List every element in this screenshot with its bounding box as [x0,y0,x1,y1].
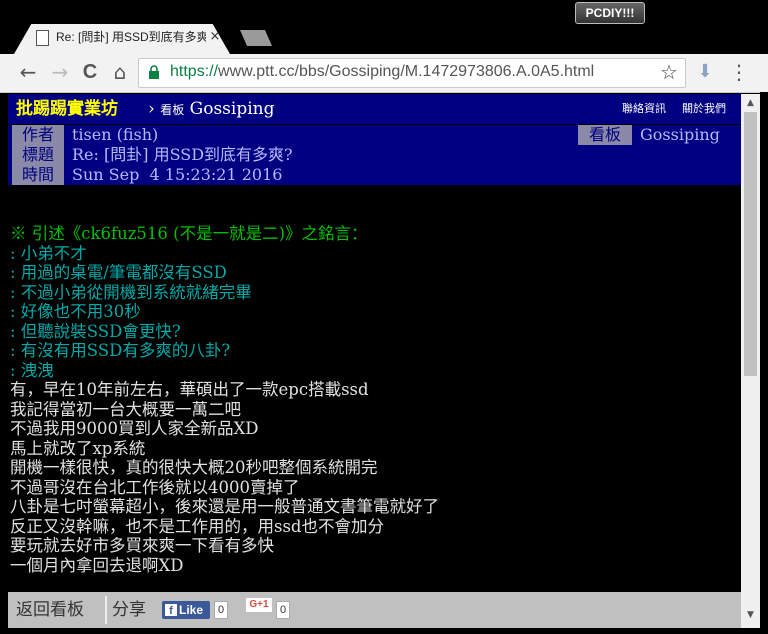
body-line: 馬上就改了xp系統 [10,439,146,458]
url-path: www.ptt.cc/bbs/Gossiping/M.1472973806.A.… [218,63,595,80]
ptt-header: 批踢踢實業坊 › 看板 Gossiping 聯絡資訊 關於我們 [8,94,741,124]
body-line: 我記得當初一台大概要一萬二吧 [10,400,241,419]
facebook-like-button[interactable]: f Like [162,601,210,619]
lock-icon [149,65,159,79]
quote-line: : 洩洩 [10,361,54,380]
meta-time-row: 時間 Sun Sep 4 15:23:21 2016 [8,165,741,185]
site-logo-link[interactable]: 批踢踢實業坊 [16,96,118,122]
facebook-icon: f [165,604,177,617]
meta-author-row: 作者 tisen (fish) 看板 Gossiping [8,125,741,145]
facebook-like-count: 0 [214,601,229,619]
board-tag: 看板 [578,125,632,145]
author-tag: 作者 [12,125,64,145]
title-tag: 標題 [12,145,64,165]
quote-line: : 有沒有用SSD有多爽的八卦? [10,341,231,360]
back-to-board-link[interactable]: 返回看板 [16,596,84,624]
body-line: 反正又沒幹嘛，也不是工作用的，用ssd也不會加分 [10,517,384,536]
bookmark-star-icon[interactable]: ☆ [658,58,680,86]
ptt-page: 批踢踢實業坊 › 看板 Gossiping 聯絡資訊 關於我們 作者 tisen… [8,94,741,628]
close-icon[interactable]: × [208,28,222,46]
contact-link[interactable]: 聯絡資訊 [622,96,666,122]
scroll-up-arrow-icon[interactable]: ▲ [741,96,760,110]
quote-line: : 不過小弟從開機到系統就緒完畢 [10,283,252,302]
body-line: 有，早在10年前左右，華碩出了一款epc搭載ssd [10,380,369,399]
reload-icon[interactable]: C [78,58,102,86]
download-icon[interactable]: ⬇ [694,58,716,86]
time-value: Sun Sep 4 15:23:21 2016 [72,165,283,184]
board-label: 看板 [160,103,185,117]
quote-line: : 用過的桌電/筆電都沒有SSD [10,263,227,282]
board-value: Gossiping [640,125,720,144]
body-line: 要玩就去好市多買來爽一下看有多快 [10,536,274,555]
home-icon[interactable]: ⌂ [108,58,132,86]
back-arrow-icon[interactable]: ← [16,58,40,86]
author-value: tisen (fish) [72,125,159,144]
body-line: 八卦是七吋螢幕超小，後來還是用一般普通文書筆電就好了 [10,497,439,516]
footer-divider [105,596,107,624]
quote-header: ※ 引述《ck6fuz516 (不是一就是二)》之銘言： [10,224,368,243]
facebook-like-label: Like [179,603,204,617]
google-plus-count: 0 [276,601,291,619]
meta-title-row: 標題 Re: [問卦] 用SSD到底有多爽? [8,145,741,165]
share-label: 分享 [112,600,146,620]
document-icon [36,30,49,46]
menu-icon[interactable]: ⋮ [728,58,750,86]
url-text[interactable]: https://www.ptt.cc/bbs/Gossiping/M.14729… [170,58,650,86]
about-link[interactable]: 關於我們 [682,96,726,122]
body-line: 一個月內拿回去退啊XD [10,556,184,575]
body-line: 開機一樣很快，真的很快大概20秒吧整個系統開完 [10,458,378,477]
body-line: 不過我用9000買到人家全新品XD [10,419,259,438]
body-line: 不過哥沒在台北工作後就以4000賣掉了 [10,478,300,497]
quote-line: : 但聽說裝SSD會更快? [10,322,181,341]
pcdiy-badge: PCDIY!!! [575,2,645,24]
breadcrumb: › 看板 Gossiping [148,96,275,122]
scrollbar-thumb[interactable] [744,112,757,376]
google-plus-button[interactable]: G+1 [246,598,272,612]
quote-line: : 好像也不用30秒 [10,302,141,321]
footer-bar: 返回看板 分享 f Like 0 G+1 0 [8,592,741,628]
forward-arrow-icon[interactable]: → [48,58,72,86]
breadcrumb-arrow: › [148,99,155,119]
scroll-down-arrow-icon[interactable]: ▼ [741,608,760,622]
tab-title[interactable]: Re: [問卦] 用SSD到底有多爽 [56,27,206,47]
title-value: Re: [問卦] 用SSD到底有多爽? [72,145,293,164]
board-link[interactable]: Gossiping [190,99,275,119]
quote-line: : 小弟不才 [10,244,87,263]
time-tag: 時間 [12,165,64,185]
window-edge [760,92,768,634]
url-scheme: https:// [170,63,219,80]
